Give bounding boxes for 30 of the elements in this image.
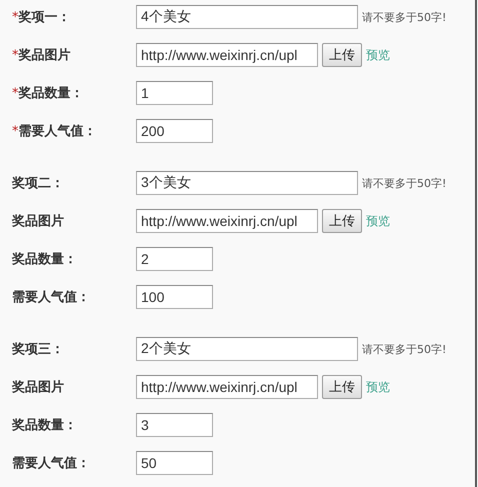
number-field[interactable]: 3	[136, 413, 213, 437]
number-field[interactable]: 1	[136, 81, 213, 105]
hint-text: 请不要多于50字!	[362, 10, 446, 24]
image-url-field[interactable]: http://www.weixinrj.cn/upl	[136, 209, 318, 233]
field-label: 奖品数量：	[10, 251, 78, 268]
field-label: 需要人气值：	[11, 455, 91, 472]
prize-name-field[interactable]: 4个美女	[136, 5, 358, 29]
field-label: 奖品图片	[10, 379, 65, 396]
field-label: 需要人气值：	[11, 289, 91, 306]
number-field[interactable]: 50	[136, 451, 213, 475]
hint-text: 请不要多于50字!	[362, 342, 446, 356]
field-label: 奖品图片	[10, 213, 65, 230]
prize-name-field[interactable]: 3个美女	[136, 171, 358, 195]
upload-button[interactable]: 上传	[322, 43, 362, 67]
upload-button[interactable]: 上传	[322, 375, 362, 399]
field-label: 奖项三：	[10, 341, 65, 358]
field-label: 奖品数量：	[10, 417, 78, 434]
field-label: 奖项二：	[10, 175, 65, 192]
field-label: *奖项一：	[11, 9, 72, 26]
upload-button[interactable]: 上传	[322, 209, 362, 233]
number-field[interactable]: 2	[136, 247, 213, 271]
field-label: *奖品数量：	[11, 85, 84, 102]
number-field[interactable]: 100	[136, 285, 213, 309]
field-label: *需要人气值：	[11, 123, 98, 140]
image-url-field[interactable]: http://www.weixinrj.cn/upl	[136, 375, 318, 399]
image-url-field[interactable]: http://www.weixinrj.cn/upl	[136, 43, 318, 67]
field-label: *奖品图片	[11, 47, 72, 64]
prize-name-field[interactable]: 2个美女	[136, 337, 358, 361]
number-field[interactable]: 200	[136, 119, 213, 143]
hint-text: 请不要多于50字!	[362, 176, 446, 190]
